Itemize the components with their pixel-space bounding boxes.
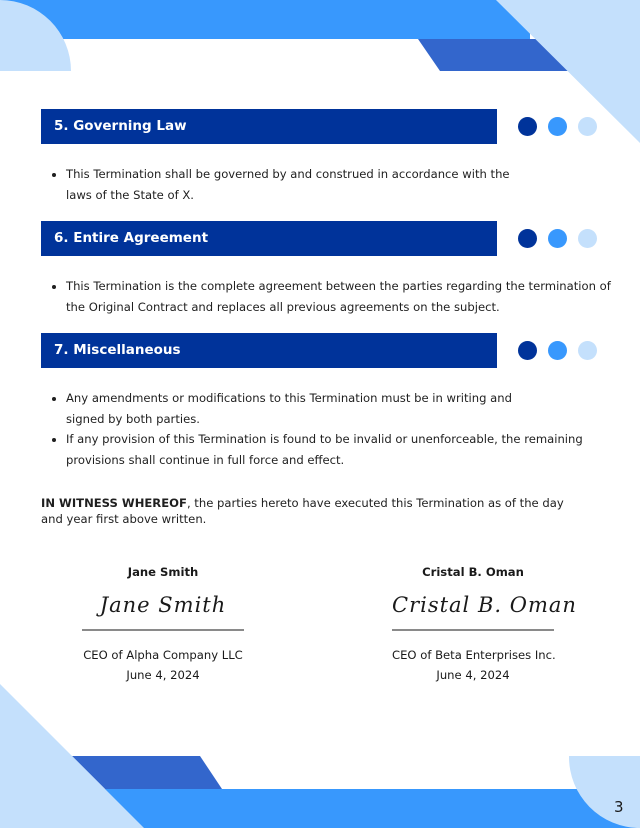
list-item: This Termination shall be governed by an…: [66, 164, 516, 205]
miscellaneous-list: Any amendments or modifications to this …: [48, 388, 591, 470]
signature-block-party-b: Cristal B. Oman Cristal B. Oman CEO of B…: [392, 563, 577, 685]
bottom-band: [100, 789, 640, 828]
section-header-entire-agreement: 6. Entire Agreement: [41, 221, 497, 256]
bottom-dark-stripe: [72, 756, 222, 789]
bottom-left-triangle: [0, 684, 144, 828]
top-left-quarter-circle: [0, 0, 71, 71]
entire-agreement-list: This Termination is the complete agreeme…: [48, 276, 626, 317]
section-header-governing-law: 5. Governing Law: [41, 109, 497, 144]
governing-law-list: This Termination shall be governed by an…: [48, 164, 516, 205]
dot-bright-blue: [548, 229, 567, 248]
top-band: [0, 0, 530, 39]
witness-lead: IN WITNESS WHEREOF: [41, 496, 187, 510]
list-item: If any provision of this Termination is …: [66, 429, 591, 470]
signatory-name: Jane Smith: [127, 565, 199, 579]
signatory-title: CEO of Alpha Company LLC: [83, 648, 243, 662]
signature-block-party-a: Jane Smith Jane Smith CEO of Alpha Compa…: [82, 563, 244, 685]
signatory-title: CEO of Beta Enterprises Inc.: [392, 648, 556, 662]
dot-navy: [518, 341, 537, 360]
dot-navy: [518, 117, 537, 136]
dot-light-blue: [578, 117, 597, 136]
list-item: Any amendments or modifications to this …: [66, 388, 516, 429]
dot-navy: [518, 229, 537, 248]
signature-line: [392, 629, 554, 631]
bottom-right-quarter-circle: [568, 756, 640, 828]
handwritten-signature: Cristal B. Oman: [392, 593, 577, 617]
signatory-name: Cristal B. Oman: [422, 565, 524, 579]
section-dots: [518, 229, 600, 249]
section-dots: [518, 341, 600, 361]
signature-date: June 4, 2024: [126, 668, 200, 682]
dot-bright-blue: [548, 117, 567, 136]
list-item: This Termination is the complete agreeme…: [66, 276, 626, 317]
handwritten-signature: Jane Smith: [99, 593, 227, 617]
dot-light-blue: [578, 341, 597, 360]
page-number: 3: [614, 798, 624, 816]
top-dark-stripe: [418, 39, 568, 71]
section-header-miscellaneous: 7. Miscellaneous: [41, 333, 497, 368]
section-title: 7. Miscellaneous: [54, 342, 181, 358]
section-dots: [518, 117, 600, 137]
section-title: 5. Governing Law: [54, 118, 187, 134]
section-title: 6. Entire Agreement: [54, 230, 209, 246]
dot-bright-blue: [548, 341, 567, 360]
signature-line: [82, 629, 244, 631]
signature-date: June 4, 2024: [436, 668, 510, 682]
witness-clause: IN WITNESS WHEREOF, the parties hereto h…: [41, 495, 586, 527]
dot-light-blue: [578, 229, 597, 248]
